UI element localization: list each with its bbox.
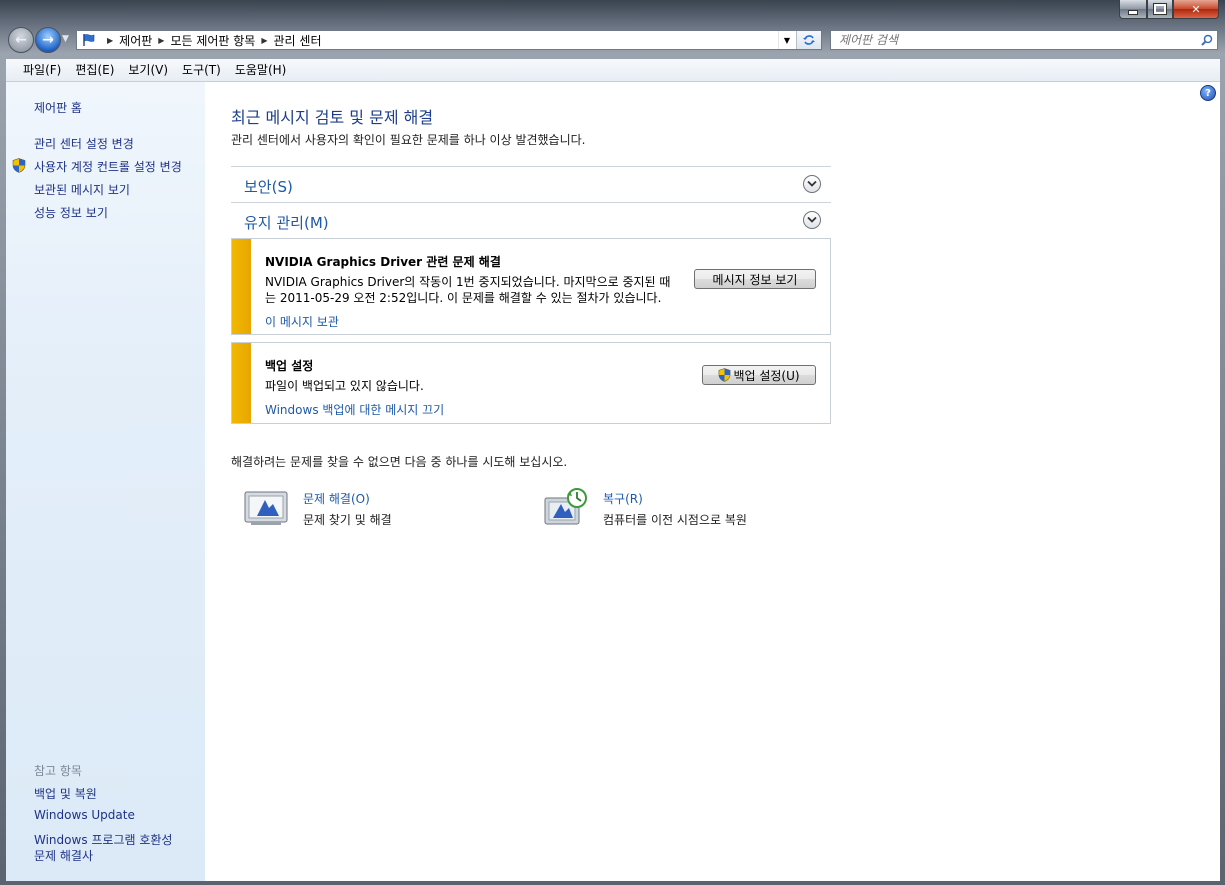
sidebar-view-archived-messages[interactable]: 보관된 메시지 보기 — [34, 181, 130, 198]
main-content: 최근 메시지 검토 및 문제 해결 관리 센터에서 사용자의 확인이 필요한 문… — [205, 82, 1220, 881]
close-button[interactable]: ✕ — [1173, 0, 1219, 19]
sidebar: 제어판 홈 관리 센터 설정 변경 사용자 계정 컨트롤 설정 변경 보관된 메… — [6, 82, 205, 881]
chevron-down-icon — [807, 216, 817, 223]
sidebar-change-uac-settings[interactable]: 사용자 계정 컨트롤 설정 변경 — [34, 158, 182, 175]
breadcrumb-all-items[interactable]: 모든 제어판 항목 — [170, 32, 255, 49]
alert-description-line: 는 2011-05-29 오전 2:52입니다. 이 문제를 해결할 수 있는 … — [265, 291, 662, 305]
recovery-title[interactable]: 복구(R) — [603, 490, 747, 507]
backup-alert: 백업 설정 파일이 백업되고 있지 않습니다. Windows 백업에 대한 메… — [231, 342, 831, 424]
recovery-description: 컴퓨터를 이전 시점으로 복원 — [603, 513, 747, 527]
turn-off-backup-messages-link[interactable]: Windows 백업에 대한 메시지 끄기 — [265, 401, 444, 418]
alert-description: 파일이 백업되고 있지 않습니다. — [265, 379, 424, 393]
page-title: 최근 메시지 검토 및 문제 해결 — [231, 108, 434, 127]
troubleshooting-description: 문제 찾기 및 해결 — [303, 513, 392, 527]
troubleshooting-title[interactable]: 문제 해결(O) — [303, 490, 392, 507]
search-input[interactable] — [831, 32, 1197, 48]
maintenance-section-header[interactable]: 유지 관리(M) — [231, 202, 831, 238]
breadcrumb-arrow-icon[interactable]: ▶ — [158, 36, 164, 45]
troubleshooting-tool[interactable]: 문제 해결(O) 문제 찾기 및 해결 — [243, 488, 392, 530]
archive-message-link[interactable]: 이 메시지 보관 — [265, 313, 339, 330]
alert-description: NVIDIA Graphics Driver의 작동이 1번 중지되었습니다. … — [265, 274, 685, 306]
sidebar-change-action-center-settings[interactable]: 관리 센터 설정 변경 — [34, 135, 134, 152]
address-dropdown-button[interactable]: ▼ — [778, 31, 795, 49]
refresh-icon — [803, 35, 815, 45]
troubleshooting-icon — [243, 488, 291, 530]
uac-shield-icon — [719, 368, 731, 382]
minimize-icon — [1128, 9, 1138, 15]
explorer-window: ✕ ← → ▼ ▶ 제어판 ▶ 모든 제어판 항목 ▶ 관리 센터 ▼ 제어판 … — [0, 0, 1225, 885]
caption-buttons: ✕ — [1119, 0, 1219, 19]
maximize-icon — [1153, 3, 1167, 15]
maintenance-section-label[interactable]: 유지 관리(M) — [244, 212, 329, 233]
menu-view[interactable]: 보기(V) — [121, 59, 175, 82]
nvidia-driver-alert: NVIDIA Graphics Driver 관련 문제 해결 NVIDIA G… — [231, 238, 831, 335]
expand-maintenance-button[interactable] — [803, 211, 821, 229]
chevron-down-icon: ▼ — [62, 34, 69, 44]
security-section-label[interactable]: 보안(S) — [244, 176, 293, 197]
view-message-details-button[interactable]: 메시지 정보 보기 — [694, 269, 816, 289]
alert-title: 백업 설정 — [265, 359, 314, 373]
breadcrumb-control-panel[interactable]: 제어판 — [119, 32, 152, 49]
menu-bar: 파일(F) 편집(E) 보기(V) 도구(T) 도움말(H) — [6, 59, 1220, 82]
menu-edit[interactable]: 편집(E) — [68, 59, 121, 82]
sidebar-view-performance-info[interactable]: 성능 정보 보기 — [34, 204, 108, 221]
close-icon: ✕ — [1191, 2, 1201, 16]
client-area: 제어판 홈 관리 센터 설정 변경 사용자 계정 컨트롤 설정 변경 보관된 메… — [6, 82, 1220, 881]
navigation-bar: ← → ▼ ▶ 제어판 ▶ 모든 제어판 항목 ▶ 관리 센터 ▼ — [0, 26, 1225, 56]
recent-pages-dropdown[interactable]: ▼ — [62, 34, 69, 44]
sidebar-windows-update[interactable]: Windows Update — [34, 808, 135, 822]
forward-arrow-icon: → — [42, 32, 54, 48]
set-up-backup-button[interactable]: 백업 설정(U) — [702, 365, 816, 385]
chevron-down-icon: ▼ — [783, 35, 791, 45]
menu-tools[interactable]: 도구(T) — [175, 59, 228, 82]
sidebar-backup-restore[interactable]: 백업 및 복원 — [34, 785, 97, 802]
alert-severity-bar — [232, 343, 251, 423]
uac-shield-icon — [12, 158, 26, 173]
refresh-button[interactable] — [796, 31, 821, 49]
alert-title: NVIDIA Graphics Driver 관련 문제 해결 — [265, 255, 501, 269]
sidebar-troubleshooter[interactable]: 문제 해결사 — [34, 847, 93, 864]
recovery-icon — [543, 488, 591, 530]
expand-security-button[interactable] — [803, 175, 821, 193]
control-panel-flag-icon — [81, 33, 97, 47]
search-box[interactable] — [830, 30, 1218, 50]
alert-description-line: NVIDIA Graphics Driver의 작동이 1번 중지되었습니다. … — [265, 275, 671, 289]
page-subtitle: 관리 센터에서 사용자의 확인이 필요한 문제를 하나 이상 발견했습니다. — [231, 133, 586, 147]
breadcrumb-arrow-icon[interactable]: ▶ — [107, 36, 113, 45]
set-up-backup-label: 백업 설정(U) — [733, 368, 800, 383]
back-button[interactable]: ← — [8, 27, 34, 53]
back-arrow-icon: ← — [15, 32, 27, 48]
minimize-button[interactable] — [1119, 0, 1147, 19]
breadcrumb-action-center[interactable]: 관리 센터 — [274, 32, 322, 49]
address-bar[interactable]: ▶ 제어판 ▶ 모든 제어판 항목 ▶ 관리 센터 ▼ — [76, 30, 822, 50]
sidebar-program-compatibility[interactable]: Windows 프로그램 호환성 — [34, 831, 172, 848]
menu-help[interactable]: 도움말(H) — [228, 59, 294, 82]
security-section-header[interactable]: 보안(S) — [231, 166, 831, 202]
search-icon[interactable] — [1197, 34, 1217, 46]
try-alternatives-text: 해결하려는 문제를 찾을 수 없으면 다음 중 하나를 시도해 보십시오. — [231, 455, 568, 469]
see-also-heading: 참고 항목 — [34, 764, 82, 778]
maximize-button[interactable] — [1147, 0, 1173, 19]
alert-severity-bar — [232, 239, 251, 334]
breadcrumb-arrow-icon[interactable]: ▶ — [261, 36, 267, 45]
forward-button[interactable]: → — [35, 27, 61, 53]
sidebar-control-panel-home[interactable]: 제어판 홈 — [34, 99, 82, 116]
menu-file[interactable]: 파일(F) — [16, 59, 68, 82]
chevron-down-icon — [807, 180, 817, 187]
recovery-tool[interactable]: 복구(R) 컴퓨터를 이전 시점으로 복원 — [543, 488, 747, 530]
